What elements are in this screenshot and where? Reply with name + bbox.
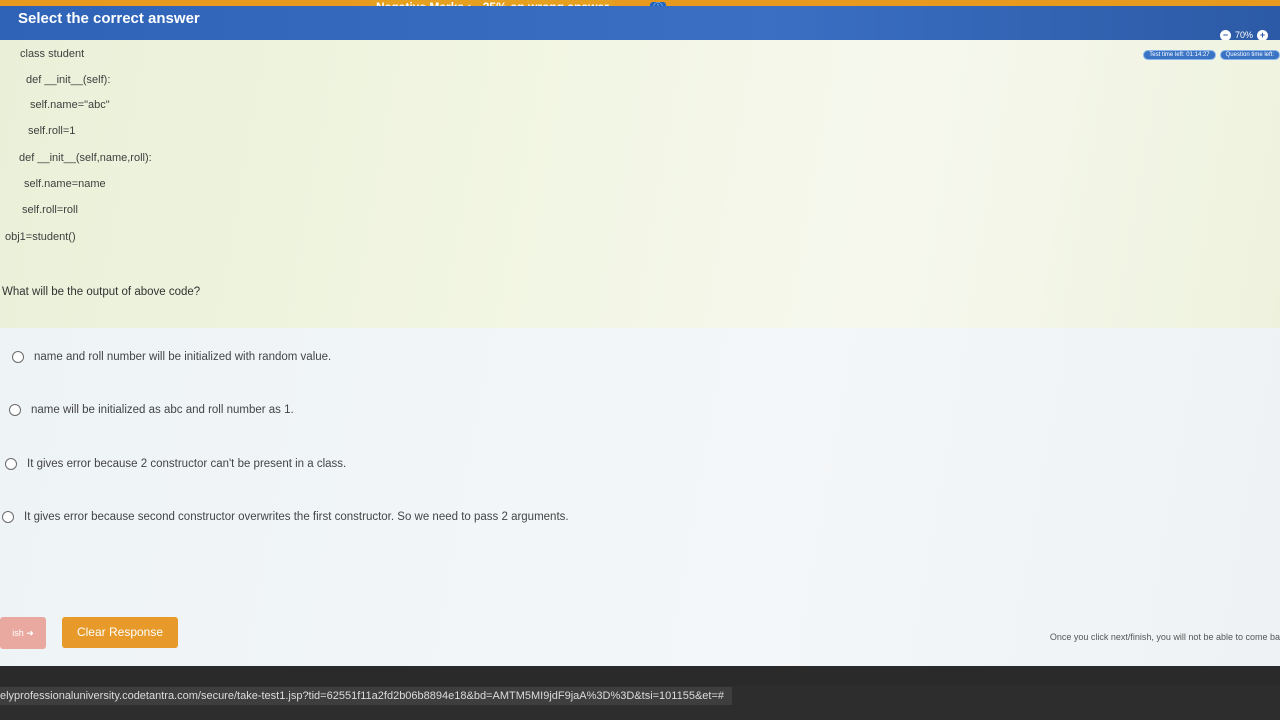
code-line: self.roll=roll (22, 204, 78, 216)
answer-option-label: It gives error because second constructo… (24, 511, 569, 523)
question-header: Select the correct answer − 70% + (0, 6, 1280, 41)
code-line: class student (20, 48, 85, 60)
timers: Test time left: 01:14:27 Question time l… (1143, 50, 1280, 60)
question-panel (0, 40, 1280, 328)
zoom-out-icon[interactable]: − (1219, 29, 1231, 41)
answer-option[interactable]: It gives error because 2 constructor can… (5, 458, 346, 470)
answer-option-label: name and roll number will be initialized… (34, 351, 332, 363)
code-line: def __init__(self): (26, 74, 111, 86)
question-text: What will be the output of above code? (2, 286, 201, 298)
zoom-level: 70% (1234, 30, 1253, 40)
code-line: obj1=student() (5, 231, 76, 243)
arrow-right-icon: ➜ (26, 628, 34, 638)
answer-option[interactable]: name and roll number will be initialized… (12, 351, 331, 363)
answer-option[interactable]: name will be initialized as abc and roll… (9, 404, 294, 416)
answer-option-label: It gives error because 2 constructor can… (27, 458, 347, 470)
code-line: self.name="abc" (30, 99, 110, 111)
answer-option[interactable]: It gives error because second constructo… (2, 511, 569, 523)
radio-icon[interactable] (5, 458, 17, 470)
status-url: elyprofessionaluniversity.codetantra.com… (0, 687, 733, 705)
clear-response-button[interactable]: Clear Response (62, 617, 178, 648)
question-time-left: Question time left: (1219, 50, 1280, 60)
radio-icon[interactable] (12, 351, 24, 363)
test-time-left: Test time left: 01:14:27 (1143, 50, 1216, 60)
code-line: def __init__(self,name,roll): (19, 152, 152, 164)
finish-button-label: ish (12, 628, 24, 638)
page-title: Select the correct answer (18, 10, 200, 27)
code-line: self.name=name (24, 178, 106, 190)
radio-icon[interactable] (2, 511, 14, 523)
answer-option-label: name will be initialized as abc and roll… (31, 404, 294, 416)
zoom-in-icon[interactable]: + (1257, 29, 1268, 41)
radio-icon[interactable] (9, 404, 21, 416)
navigation-note: Once you click next/finish, you will not… (1049, 632, 1280, 642)
answers-panel (0, 328, 1280, 666)
code-line: self.roll=1 (28, 125, 76, 137)
finish-button[interactable]: ish ➜ (0, 617, 46, 649)
